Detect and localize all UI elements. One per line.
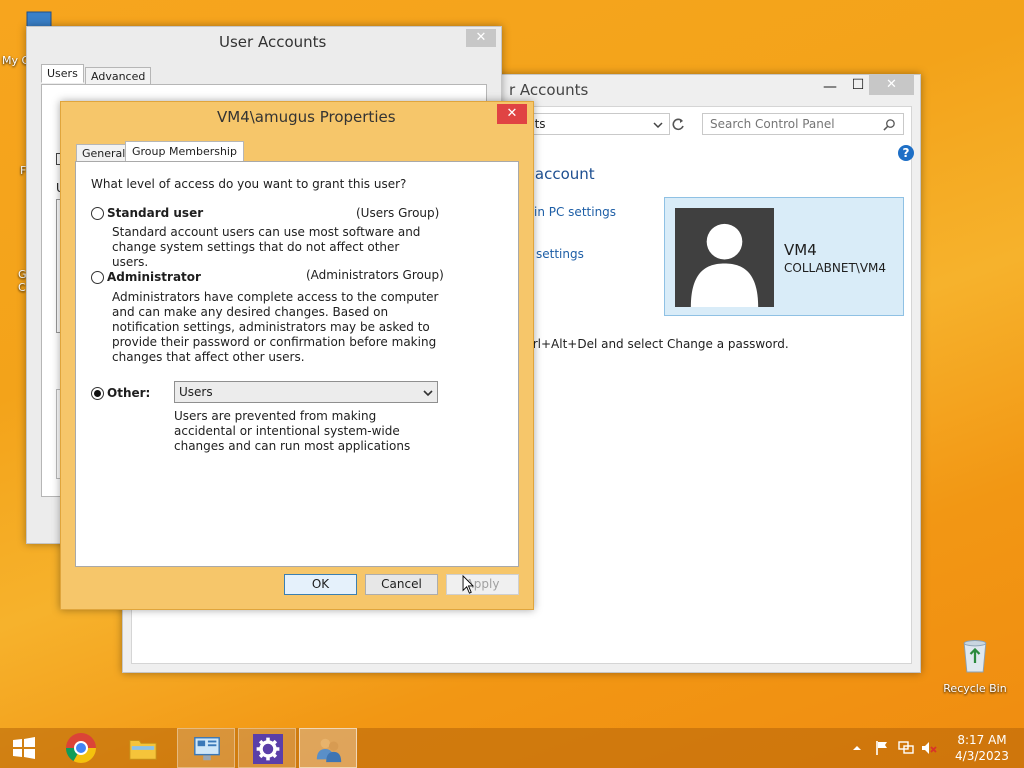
chevron-down-icon bbox=[423, 390, 433, 397]
taskbar-settings[interactable] bbox=[238, 728, 296, 768]
clock-date: 4/3/2023 bbox=[955, 749, 1009, 763]
maximize-button[interactable]: ☐ bbox=[845, 77, 871, 93]
settings-link[interactable]: settings bbox=[536, 247, 584, 261]
folder-icon bbox=[129, 740, 157, 760]
volume-muted-icon[interactable] bbox=[921, 740, 937, 756]
chrome-icon bbox=[66, 733, 96, 764]
window-title: User Accounts bbox=[219, 33, 327, 51]
pc-settings-link[interactable]: in PC settings bbox=[534, 205, 616, 219]
clock[interactable]: 8:17 AM 4/3/2023 bbox=[950, 732, 1014, 764]
other-radio[interactable] bbox=[91, 387, 104, 400]
clock-time: 8:17 AM bbox=[957, 733, 1007, 747]
help-icon[interactable]: ? bbox=[898, 145, 914, 161]
refresh-icon[interactable] bbox=[670, 117, 686, 133]
taskbar-remote-desktop[interactable] bbox=[177, 728, 235, 768]
search-icon[interactable] bbox=[883, 118, 896, 131]
minimize-button[interactable]: — bbox=[817, 79, 843, 95]
mouse-cursor-icon bbox=[462, 575, 475, 594]
chevron-up-icon[interactable] bbox=[852, 743, 862, 753]
user-domain: COLLABNET\VM4 bbox=[784, 261, 887, 275]
taskbar-chrome[interactable] bbox=[52, 728, 110, 768]
standard-user-label[interactable]: Standard user bbox=[107, 206, 203, 220]
gear-icon bbox=[256, 737, 280, 761]
standard-user-radio[interactable] bbox=[91, 207, 104, 220]
avatar bbox=[675, 208, 774, 307]
address-bar[interactable]: nts bbox=[516, 113, 670, 135]
users-icon bbox=[316, 738, 342, 763]
properties-titlebar[interactable]: VM4\amugus Properties ✕ bbox=[61, 102, 533, 132]
dialog-title: VM4\amugus Properties bbox=[217, 108, 396, 126]
group-select-value: Users bbox=[179, 385, 213, 399]
taskbar-file-explorer[interactable] bbox=[114, 728, 172, 768]
tab-group-membership[interactable]: Group Membership bbox=[125, 141, 244, 162]
user-avatar-icon bbox=[690, 223, 759, 307]
administrator-description: Administrators have complete access to t… bbox=[112, 290, 439, 364]
desktop-icon-label: Recycle Bin bbox=[943, 682, 1007, 695]
properties-dialog[interactable]: VM4\amugus Properties ✕ General Group Me… bbox=[60, 101, 534, 610]
apply-button[interactable]: Apply bbox=[446, 574, 519, 595]
cancel-button[interactable]: Cancel bbox=[365, 574, 438, 595]
administrator-radio[interactable] bbox=[91, 271, 104, 284]
standard-user-group: (Users Group) bbox=[356, 206, 440, 220]
other-label[interactable]: Other: bbox=[107, 386, 150, 400]
standard-user-description: Standard account users can use most soft… bbox=[112, 225, 421, 269]
group-membership-panel: What level of access do you want to gran… bbox=[75, 161, 519, 567]
search-box[interactable] bbox=[702, 113, 904, 135]
search-input[interactable] bbox=[704, 115, 874, 133]
network-icon[interactable] bbox=[898, 740, 914, 756]
user-name: VM4 bbox=[784, 241, 817, 259]
close-button[interactable]: ✕ bbox=[869, 75, 914, 95]
administrator-label[interactable]: Administrator bbox=[107, 270, 201, 284]
taskbar: 8:17 AM 4/3/2023 bbox=[0, 728, 1024, 768]
taskbar-user-accounts[interactable] bbox=[299, 728, 357, 768]
password-instructions: trl+Alt+Del and select Change a password… bbox=[528, 337, 789, 351]
desktop-icon-recycle-bin[interactable]: Recycle Bin bbox=[940, 632, 1010, 695]
windows-logo-icon bbox=[13, 737, 35, 759]
control-panel-icon bbox=[194, 737, 220, 761]
administrator-group: (Administrators Group) bbox=[306, 268, 444, 282]
chevron-down-icon[interactable] bbox=[653, 120, 663, 130]
tab-users[interactable]: Users bbox=[41, 64, 84, 83]
recycle-bin-icon bbox=[963, 640, 987, 673]
flag-icon[interactable] bbox=[874, 740, 890, 756]
user-tile: VM4 COLLABNET\VM4 bbox=[664, 197, 904, 316]
close-button[interactable]: ✕ bbox=[497, 104, 527, 124]
group-select[interactable]: Users bbox=[174, 381, 438, 403]
other-description: Users are prevented from making accident… bbox=[174, 409, 411, 453]
ok-button[interactable]: OK bbox=[284, 574, 357, 595]
section-heading: r account bbox=[524, 165, 595, 183]
access-question: What level of access do you want to gran… bbox=[91, 177, 407, 191]
user-accounts-titlebar[interactable]: User Accounts ✕ bbox=[27, 27, 501, 57]
window-title: r Accounts bbox=[509, 81, 589, 99]
close-button[interactable]: ✕ bbox=[466, 29, 496, 47]
start-button[interactable] bbox=[0, 728, 48, 768]
